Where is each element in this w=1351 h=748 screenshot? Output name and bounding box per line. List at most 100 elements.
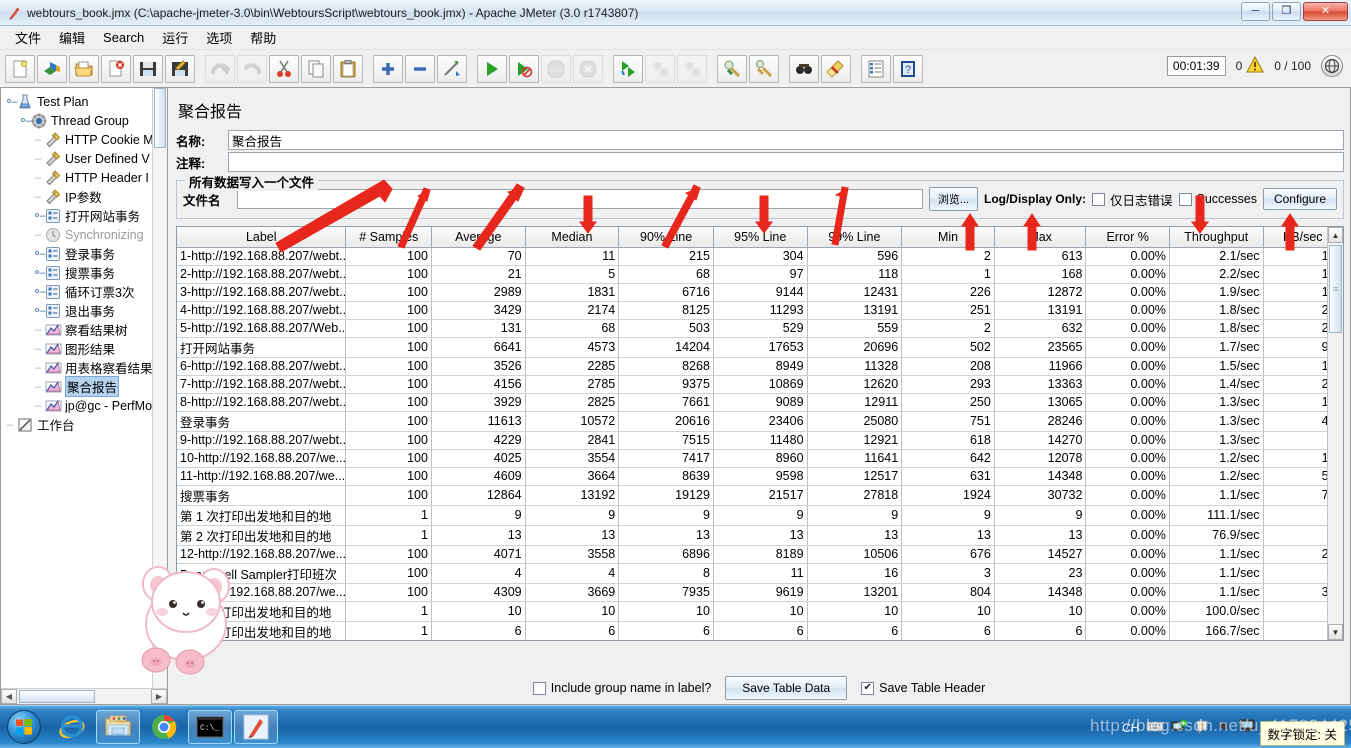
table-row[interactable]: 第 2 次打印出发地和目的地 1 13 13 13 13 13 13 13 0.00% 76.9/s… xyxy=(177,525,1343,546)
clear-all-icon[interactable] xyxy=(749,54,779,83)
tree-expand-handle-closed[interactable]: ⚬– xyxy=(31,304,45,317)
table-row[interactable]: 13-http://192.168.88.207/we... 100 4309 366… xyxy=(177,583,1343,602)
table-row[interactable]: 搜票事务 100 12864 13192 19129 21517 27818 1924 3073… xyxy=(177,485,1343,506)
tree-expand-handle-closed[interactable]: ⚬– xyxy=(31,247,45,260)
search-icon[interactable] xyxy=(789,54,819,83)
table-row[interactable]: 3-http://192.168.88.207/webt... 100 2989 18… xyxy=(177,283,1343,302)
function-helper-icon[interactable] xyxy=(861,54,891,83)
templates-icon[interactable] xyxy=(37,54,67,83)
warning-status[interactable]: 0 xyxy=(1236,55,1265,76)
tree-node-14[interactable]: – 用表格察看结果 xyxy=(3,358,167,377)
menu-file[interactable]: 文件 xyxy=(6,25,50,50)
new-icon[interactable] xyxy=(5,54,35,83)
menu-options[interactable]: 选项 xyxy=(197,25,241,50)
table-row[interactable]: 12-http://192.168.88.207/we... 100 4071 355… xyxy=(177,545,1343,564)
tree-node-2[interactable]: – HTTP Cookie M xyxy=(3,130,167,149)
table-column-header-2[interactable]: Average xyxy=(431,227,526,248)
save-table-header-checkbox[interactable]: ✔ Save Table Header xyxy=(861,681,985,695)
tree-node-15[interactable]: – 聚合报告 xyxy=(3,376,167,397)
paste-icon[interactable] xyxy=(333,54,363,83)
tree-node-12[interactable]: – 察看结果树 xyxy=(3,320,167,339)
tree-node-9[interactable]: ⚬– 搜票事务 xyxy=(3,263,167,282)
network-icon[interactable] xyxy=(1171,719,1188,736)
successes-checkbox-box[interactable] xyxy=(1178,192,1192,206)
table-column-header-10[interactable]: Throughput xyxy=(1169,227,1264,248)
table-row[interactable]: 4-http://192.168.88.207/webt... 100 3429 21… xyxy=(177,301,1343,320)
internet-explorer-icon[interactable] xyxy=(50,710,94,744)
tree-expand-handle-open[interactable]: ⚬– xyxy=(3,95,17,108)
copy-icon[interactable] xyxy=(301,54,331,83)
tree-hscroll-right-arrow[interactable]: ▶ xyxy=(151,689,167,704)
tree-node-16[interactable]: – jp@gc - PerfMo xyxy=(3,396,167,415)
menu-search[interactable]: Search xyxy=(94,27,153,48)
tree-node-10[interactable]: ⚬– 循环订票3次 xyxy=(3,282,167,301)
help-icon[interactable]: ? xyxy=(893,54,923,83)
start-remote-all-icon[interactable] xyxy=(613,54,643,83)
include-group-name-checkbox-box[interactable] xyxy=(532,681,546,695)
table-row[interactable]: 9-http://192.168.88.207/webt... 100 4229 28… xyxy=(177,431,1343,450)
table-row[interactable]: 登录事务 100 11613 10572 20616 23406 25080 751 28246… xyxy=(177,411,1343,432)
google-chrome-icon[interactable] xyxy=(142,710,186,744)
tree-node-13[interactable]: – 图形结果 xyxy=(3,339,167,358)
menu-edit[interactable]: 编辑 xyxy=(50,25,94,50)
close-icon[interactable] xyxy=(101,54,131,83)
table-column-header-3[interactable]: Median xyxy=(525,227,620,248)
table-row[interactable]: 11-http://192.168.88.207/we... 100 4609 366… xyxy=(177,467,1343,486)
close-button[interactable]: ✕ xyxy=(1303,2,1348,21)
table-column-header-7[interactable]: Min xyxy=(901,227,995,248)
table-header-row[interactable]: Label # Samples Average Median 90% Line 95% L… xyxy=(177,227,1343,248)
comment-input[interactable] xyxy=(228,152,1344,172)
windows-explorer-icon[interactable] xyxy=(96,710,140,744)
action-center-icon[interactable] xyxy=(1194,719,1210,737)
start-icon[interactable] xyxy=(477,54,507,83)
reset-search-icon[interactable] xyxy=(821,54,851,83)
configure-button[interactable]: Configure xyxy=(1262,188,1337,210)
menu-run[interactable]: 运行 xyxy=(153,25,197,50)
successes-checkbox[interactable]: Successes xyxy=(1178,192,1257,206)
table-row[interactable]: BeanShell Sampler打印班次 100 4 4 8 11 16 3 23 0.00% 1… xyxy=(177,563,1343,584)
table-row[interactable]: 5-http://192.168.88.207/Web... 100 131 68 50… xyxy=(177,319,1343,338)
open-icon[interactable] xyxy=(69,54,99,83)
table-column-header-1[interactable]: # Samples xyxy=(345,227,432,248)
table-scroll-up-arrow[interactable]: ▲ xyxy=(1328,227,1343,243)
expand-icon[interactable] xyxy=(373,54,403,83)
table-row[interactable]: 10-http://192.168.88.207/we... 100 4025 355… xyxy=(177,449,1343,468)
toggle-icon[interactable] xyxy=(437,54,467,83)
tree-node-17[interactable]: – 工作台 xyxy=(3,415,167,434)
start-no-pauses-icon[interactable] xyxy=(509,54,539,83)
table-column-header-5[interactable]: 95% Line xyxy=(713,227,808,248)
volume-icon[interactable] xyxy=(1217,719,1232,736)
tree-node-1[interactable]: ⚬– Thread Group xyxy=(3,111,167,130)
table-row[interactable]: 1-http://192.168.88.207/webt... 100 70 11 21… xyxy=(177,247,1343,266)
clear-icon[interactable] xyxy=(717,54,747,83)
errors-only-checkbox-box[interactable] xyxy=(1092,192,1105,206)
table-row[interactable]: 第 3 次打印出发地和目的地 1 10 10 10 10 10 10 10 0.00% 100.0/… xyxy=(177,601,1343,622)
tree-expand-handle-closed[interactable]: ⚬– xyxy=(31,266,45,279)
table-row[interactable]: 2-http://192.168.88.207/webt... 100 21 5 68 9… xyxy=(177,265,1343,284)
tree-node-3[interactable]: – User Defined V xyxy=(3,149,167,168)
table-row[interactable]: 第 1 次打印出发地和目的地199999990.00%111.1/sec.0 xyxy=(177,505,1343,526)
tree-vscroll-thumb[interactable] xyxy=(154,88,166,148)
tree-expand-handle-closed[interactable]: ⚬– xyxy=(31,209,45,222)
tree-node-6[interactable]: ⚬– 打开网站事务 xyxy=(3,206,167,225)
table-vertical-scrollbar[interactable]: ▲ ≡ ▼ xyxy=(1327,227,1343,640)
table-row[interactable]: 8-http://192.168.88.207/webt... 100 3929 28… xyxy=(177,393,1343,412)
filename-input[interactable] xyxy=(237,189,923,209)
command-prompt-icon[interactable]: C:\_ xyxy=(188,710,232,744)
tree-node-7[interactable]: – Synchronizing xyxy=(3,225,167,244)
table-column-header-6[interactable]: 99% Line xyxy=(807,227,903,248)
collapse-icon[interactable] xyxy=(405,54,435,83)
table-column-header-4[interactable]: 90% Line xyxy=(618,227,714,248)
table-vscroll-thumb[interactable]: ≡ xyxy=(1329,245,1342,333)
table-row[interactable]: 第 4 次打印出发地和目的地166666660.00%166.7/sec.0 xyxy=(177,621,1343,640)
save-as-icon[interactable] xyxy=(165,54,195,83)
keyboard-icon[interactable] xyxy=(1146,720,1164,736)
save-table-header-checkbox-box[interactable]: ✔ xyxy=(861,681,875,695)
tree-node-0[interactable]: ⚬– Test Plan xyxy=(3,92,167,111)
tree-vertical-scrollbar[interactable] xyxy=(152,88,167,704)
save-table-data-button[interactable]: Save Table Data xyxy=(725,676,848,700)
name-input[interactable] xyxy=(228,130,1344,150)
table-column-header-8[interactable]: Max xyxy=(994,227,1087,248)
windows-start-orb-icon[interactable] xyxy=(2,708,46,746)
menu-help[interactable]: 帮助 xyxy=(241,25,285,50)
